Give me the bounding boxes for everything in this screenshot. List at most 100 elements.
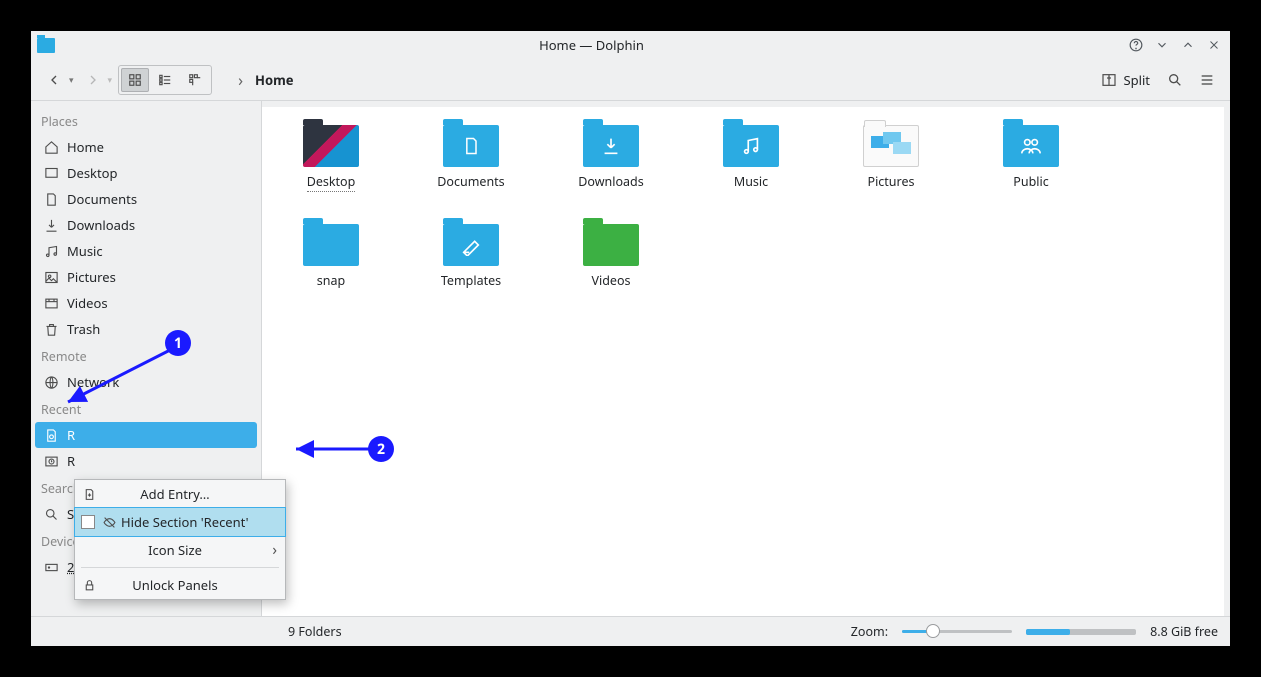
picture-icon	[43, 269, 59, 285]
sidebar-item-downloads[interactable]: Downloads	[35, 212, 257, 238]
forward-button[interactable]	[80, 65, 106, 95]
app-folder-icon	[37, 38, 55, 53]
sidebar-item-videos[interactable]: Videos	[35, 290, 257, 316]
sidebar-item-recent-1[interactable]: R	[35, 422, 257, 448]
folder-label: Documents	[437, 173, 504, 190]
window-title: Home — Dolphin	[63, 36, 1120, 54]
menu-label: Hide Section 'Recent'	[121, 513, 249, 531]
breadcrumb-home[interactable]: Home	[255, 71, 294, 89]
document-icon	[43, 191, 59, 207]
dolphin-window: Home — Dolphin ▾ ▾	[30, 30, 1231, 647]
folder-public[interactable]: Public	[986, 125, 1076, 192]
folder-snap[interactable]: snap	[286, 224, 376, 289]
download-icon	[43, 217, 59, 233]
hide-icon	[101, 516, 117, 529]
drive-icon	[43, 559, 59, 575]
hamburger-menu-button[interactable]	[1194, 65, 1220, 95]
annotation-badge-2: 2	[368, 436, 394, 462]
folder-label: Music	[734, 173, 768, 190]
sidebar-item-pictures[interactable]: Pictures	[35, 264, 257, 290]
status-folder-count: 9 Folders	[288, 623, 342, 640]
sidebar-item-music[interactable]: Music	[35, 238, 257, 264]
annotation-badge-1: 1	[165, 330, 191, 356]
folder-label: Desktop	[307, 173, 356, 192]
sidebar-item-desktop[interactable]: Desktop	[35, 160, 257, 186]
network-icon	[43, 374, 59, 390]
annotation-1: 1	[60, 330, 200, 420]
minimize-button[interactable]	[1152, 35, 1172, 55]
recent-clock-icon	[43, 453, 59, 469]
back-button[interactable]	[41, 65, 67, 95]
zoom-label: Zoom:	[851, 623, 888, 640]
desktop-icon	[43, 165, 59, 181]
recent-doc-icon	[43, 427, 59, 443]
sidebar-item-recent-2[interactable]: R	[35, 448, 257, 474]
zoom-knob[interactable]	[926, 624, 940, 638]
view-details-button[interactable]	[181, 68, 209, 92]
download-glyph-icon	[583, 125, 639, 167]
video-icon	[43, 295, 59, 311]
folder-music[interactable]: Music	[706, 125, 796, 192]
content-area: Places Home Desktop Documents Downloads …	[31, 101, 1230, 616]
folder-label: Downloads	[578, 173, 643, 190]
folder-desktop[interactable]: Desktop	[286, 125, 376, 192]
toolbar: ▾ ▾ › Home Split	[31, 59, 1230, 101]
folder-label: Videos	[591, 272, 630, 289]
sidebar-context-menu: Add Entry… Hide Section 'Recent' Icon Si…	[74, 479, 286, 600]
sidebar-label: Downloads	[67, 216, 135, 234]
status-free-space: 8.8 GiB free	[1150, 623, 1218, 640]
lock-icon	[81, 579, 97, 592]
sidebar-item-documents[interactable]: Documents	[35, 186, 257, 212]
menu-unlock-panels[interactable]: Unlock Panels	[75, 571, 285, 599]
back-dropdown-icon[interactable]: ▾	[69, 73, 74, 86]
sidebar-label: Home	[67, 138, 104, 156]
help-button[interactable]	[1126, 35, 1146, 55]
menu-add-entry[interactable]: Add Entry…	[75, 480, 285, 508]
view-compact-button[interactable]	[151, 68, 179, 92]
status-bar: 9 Folders Zoom: 8.8 GiB free	[31, 616, 1230, 646]
close-button[interactable]	[1204, 35, 1224, 55]
zoom-slider[interactable]	[902, 630, 1012, 633]
maximize-button[interactable]	[1178, 35, 1198, 55]
templates-glyph-icon	[443, 224, 499, 266]
menu-hide-section[interactable]: Hide Section 'Recent'	[74, 507, 286, 537]
forward-dropdown-icon[interactable]: ▾	[108, 73, 113, 86]
breadcrumb-separator-icon: ›	[238, 69, 243, 91]
split-view-button[interactable]: Split	[1095, 71, 1156, 89]
folder-videos[interactable]: Videos	[566, 224, 656, 289]
search-button[interactable]	[1162, 65, 1188, 95]
places-header: Places	[35, 107, 257, 134]
sidebar-label: R	[67, 452, 75, 470]
sidebar-label: R	[67, 426, 75, 444]
menu-label: Add Entry…	[140, 485, 209, 503]
titlebar: Home — Dolphin	[31, 31, 1230, 59]
trash-icon	[43, 321, 59, 337]
sidebar-label: Music	[67, 242, 103, 260]
menu-label: Unlock Panels	[132, 576, 217, 594]
folder-documents[interactable]: Documents	[426, 125, 516, 192]
folder-label: Pictures	[868, 173, 915, 190]
menu-label: Icon Size	[148, 541, 202, 559]
public-glyph-icon	[1003, 125, 1059, 167]
view-icons-button[interactable]	[121, 68, 149, 92]
sidebar-label: Videos	[67, 294, 108, 312]
checkbox-icon	[81, 515, 95, 529]
disk-usage-bar	[1026, 629, 1136, 635]
sidebar-item-home[interactable]: Home	[35, 134, 257, 160]
sidebar-label: Pictures	[67, 268, 116, 286]
sidebar-label: Desktop	[67, 164, 118, 182]
menu-separator	[81, 567, 279, 568]
folder-label: Templates	[441, 272, 501, 289]
doc-glyph-icon	[443, 125, 499, 167]
file-view[interactable]: Desktop Documents Downloads Music Pictur…	[262, 107, 1224, 616]
folder-label: snap	[317, 272, 345, 289]
music-icon	[43, 243, 59, 259]
search-icon	[43, 506, 59, 522]
menu-icon-size[interactable]: Icon Size	[75, 536, 285, 564]
split-label: Split	[1123, 71, 1150, 89]
pictures-glyph-icon	[864, 126, 918, 166]
folder-templates[interactable]: Templates	[426, 224, 516, 289]
folder-pictures[interactable]: Pictures	[846, 125, 936, 192]
music-glyph-icon	[723, 125, 779, 167]
folder-downloads[interactable]: Downloads	[566, 125, 656, 192]
